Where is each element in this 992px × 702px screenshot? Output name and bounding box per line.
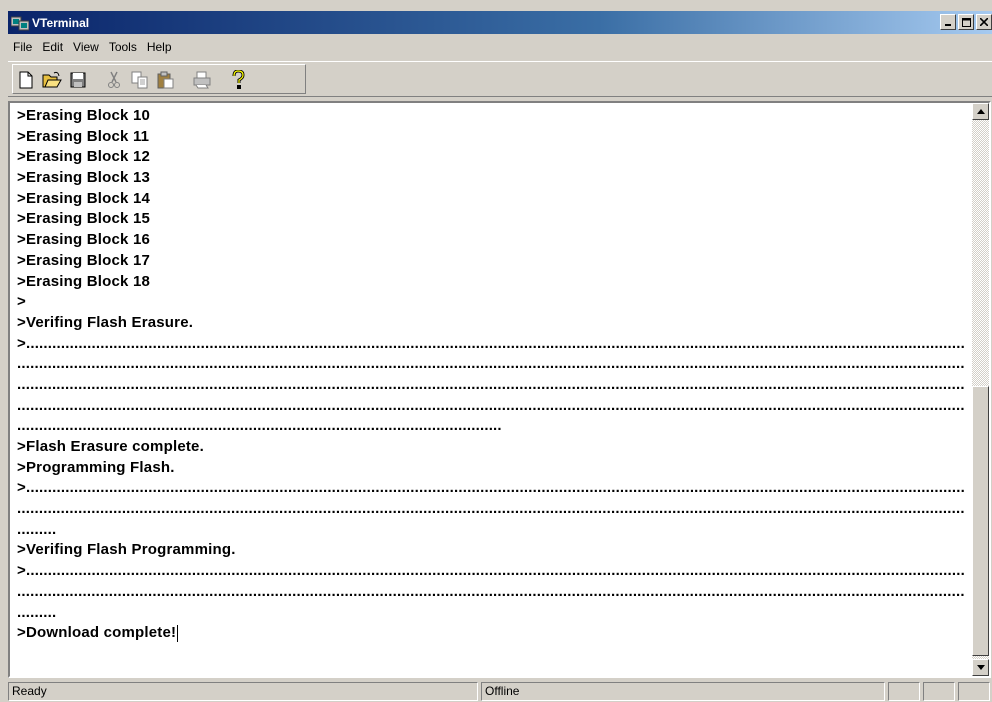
status-text: Ready (8, 682, 478, 701)
cut-button[interactable] (102, 68, 126, 92)
open-folder-icon (42, 71, 62, 88)
help-button[interactable] (226, 68, 250, 92)
terminal-line-last: >Download complete! (17, 623, 977, 644)
connection-status: Offline (481, 682, 885, 701)
arrow-down-icon (976, 665, 985, 670)
terminal-line: >.......................................… (17, 562, 965, 580)
paste-button[interactable] (154, 68, 178, 92)
new-button[interactable] (14, 68, 38, 92)
terminal-lines: >Erasing Block 10 >Erasing Block 11 >Era… (17, 106, 977, 644)
save-disk-icon (70, 72, 86, 88)
copy-icon (131, 71, 148, 89)
minimize-icon (945, 24, 951, 26)
save-button[interactable] (66, 68, 90, 92)
terminal-line: >Erasing Block 11 (17, 127, 150, 145)
scroll-down-button[interactable] (972, 659, 989, 676)
terminal-line: >Erasing Block 14 (17, 189, 151, 207)
terminal-line: ........................................… (17, 417, 502, 435)
scroll-up-button[interactable] (972, 103, 989, 120)
terminal-line: >Programming Flash. (17, 458, 175, 476)
window-title: VTerminal (32, 15, 90, 30)
terminal-line: > (17, 293, 26, 311)
terminal-line: >.......................................… (17, 334, 965, 352)
vterminal-window: VTerminal File Edit View Tools Help >Era… (0, 0, 992, 702)
close-icon (980, 18, 988, 26)
terminal-line: >Erasing Block 12 (17, 148, 151, 166)
open-button[interactable] (40, 68, 64, 92)
maximize-icon (961, 17, 971, 27)
vertical-scrollbar[interactable] (972, 103, 989, 676)
scroll-thumb[interactable] (972, 386, 989, 656)
terminal-line: >Erasing Block 13 (17, 169, 151, 187)
print-button[interactable] (190, 68, 214, 92)
terminal-line: >Erasing Block 15 (17, 210, 151, 228)
terminal-line: >Erasing Block 16 (17, 231, 151, 249)
paste-icon (157, 71, 174, 89)
print-icon (193, 71, 211, 89)
status-panel-3 (888, 682, 920, 701)
terminal-line: >Erasing Block 18 (17, 272, 151, 290)
arrow-up-icon (976, 109, 985, 114)
cut-icon (108, 71, 120, 88)
menu-bar: File Edit View Tools Help (8, 36, 177, 58)
terminal-line: ........................................… (17, 375, 965, 393)
window-controls (938, 14, 992, 30)
terminal-line: >Flash Erasure complete. (17, 438, 204, 455)
terminal-line-text: >Download complete! (17, 624, 177, 642)
terminal-line: ........................................… (17, 582, 965, 600)
help-icon (232, 70, 245, 89)
terminal-line: >Erasing Block 10 (17, 107, 151, 124)
title-bar[interactable]: VTerminal (8, 11, 992, 34)
menu-help[interactable]: Help (142, 40, 177, 54)
minimize-button[interactable] (940, 14, 956, 30)
terminal-line: ......... (17, 603, 57, 621)
status-bar: Ready Offline (8, 681, 992, 702)
app-icon[interactable] (11, 15, 29, 31)
close-button[interactable] (976, 14, 992, 30)
menu-file[interactable]: File (8, 40, 37, 54)
menu-view[interactable]: View (68, 40, 104, 54)
text-cursor (177, 624, 179, 642)
maximize-button[interactable] (958, 14, 974, 30)
terminal-line: ......... (17, 520, 57, 538)
terminal-line: ........................................… (17, 396, 965, 414)
menu-edit[interactable]: Edit (37, 40, 68, 54)
status-panel-5 (958, 682, 990, 701)
terminal-output[interactable]: >Erasing Block 10 >Erasing Block 11 >Era… (8, 101, 991, 678)
copy-button[interactable] (128, 68, 152, 92)
new-file-icon (19, 71, 33, 89)
status-panel-4 (923, 682, 955, 701)
menu-tools[interactable]: Tools (104, 40, 142, 54)
toolbar (8, 61, 992, 97)
terminal-line: >Erasing Block 17 (17, 251, 151, 269)
terminal-line: >Verifing Flash Programming. (17, 541, 236, 559)
terminal-line: ........................................… (17, 500, 965, 518)
terminal-line: ........................................… (17, 355, 965, 373)
terminal-line: >.......................................… (17, 479, 965, 497)
terminal-line: >Verifing Flash Erasure. (17, 313, 194, 331)
